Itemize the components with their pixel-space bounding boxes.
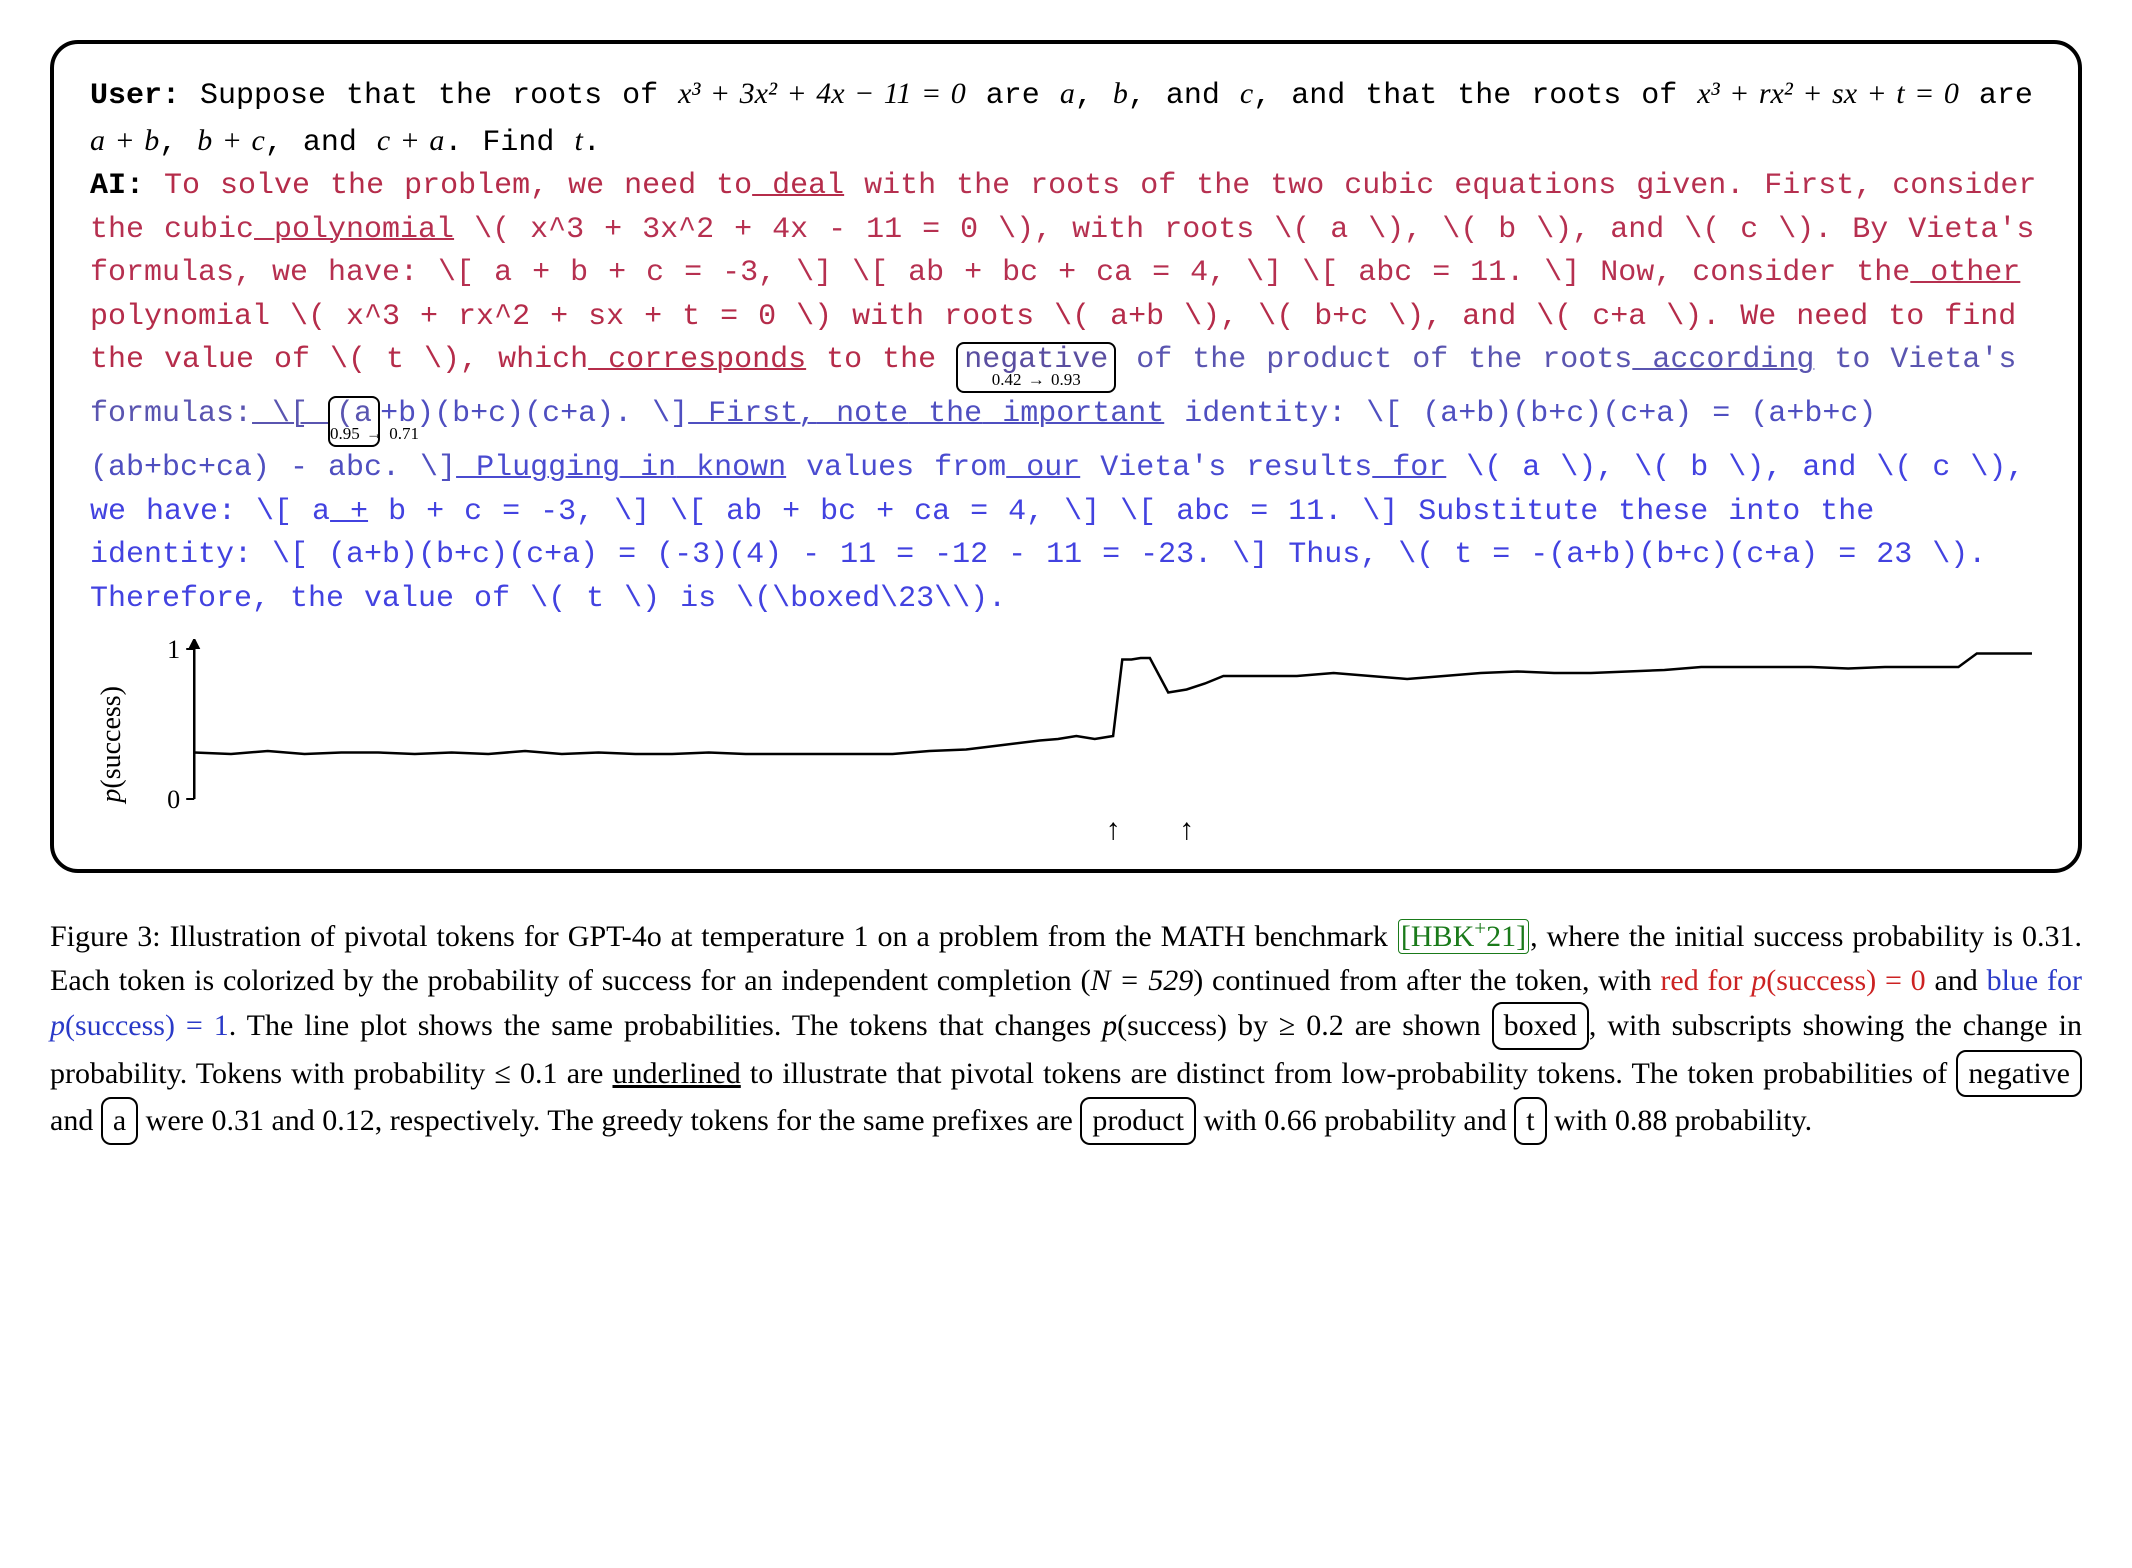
token: for — [1372, 451, 1446, 485]
cap-txt: were 0.31 and 0.12, respectively. The gr… — [138, 1104, 1080, 1137]
cap-txt: . The line plot shows the same probabili… — [229, 1009, 1102, 1042]
cite-sup: + — [1474, 916, 1486, 940]
t-box: t — [1514, 1097, 1546, 1145]
plot-arrows: ↑↑ — [134, 815, 2042, 849]
txt: , and — [265, 126, 377, 160]
plot-ylabel: p(success) — [90, 686, 134, 803]
comma: , — [159, 126, 197, 160]
var-bc: b + c — [197, 124, 265, 157]
cap-txt: ) continued from after the token, with — [1193, 964, 1660, 997]
period: . — [583, 126, 601, 160]
ai-response: To solve the problem, we need to deal wi… — [90, 169, 2036, 616]
token: Vieta's results — [1080, 451, 1372, 485]
token: polynomial — [254, 213, 454, 247]
comma: , — [1075, 79, 1113, 113]
svg-text:0: 0 — [167, 785, 180, 814]
cap-and: and — [1926, 964, 1987, 997]
cap-pre: Figure 3: Illustration of pivotal tokens… — [50, 920, 1397, 953]
txt: are — [966, 79, 1060, 113]
problem-text: Suppose that the roots of — [180, 79, 678, 113]
token: note — [816, 397, 908, 431]
token: Plugging — [456, 451, 620, 485]
citation: [HBK+21] — [1398, 919, 1529, 954]
token: corresponds — [588, 343, 806, 377]
cite-key: [HBK — [1401, 920, 1474, 953]
token: +b)(b+c)(c+a). \] — [380, 397, 688, 431]
cap-txt: to illustrate that pivotal tokens are di… — [741, 1057, 1957, 1090]
svg-text:1: 1 — [167, 639, 180, 664]
cite-tail: 21] — [1486, 920, 1526, 953]
var-a: a — [1060, 77, 1075, 110]
cap-red-phrase: red for p(success) = 0 — [1660, 964, 1925, 997]
txt: are — [1959, 79, 2033, 113]
token: our — [1006, 451, 1080, 485]
probability-plot: p(success) 01 ↑↑ — [90, 639, 2042, 849]
token: important — [982, 397, 1164, 431]
token: + — [330, 495, 368, 529]
var-c: c — [1240, 77, 1253, 110]
cap-and: and — [50, 1104, 101, 1137]
txt: . Find — [444, 126, 574, 160]
token: To solve the problem, we need to — [164, 169, 752, 203]
user-label: User: — [90, 79, 180, 113]
txt: , and that the roots of — [1253, 79, 1697, 113]
cap-psuccess: p(success) — [1102, 1009, 1227, 1042]
var-ab: a + b — [90, 124, 159, 157]
cap-N: N = 529 — [1090, 964, 1193, 997]
figure-caption: Figure 3: Illustration of pivotal tokens… — [50, 913, 2082, 1145]
plot-area: 01 ↑↑ — [134, 639, 2042, 849]
poly2: x³ + rx² + sx + t = 0 — [1697, 77, 1959, 110]
ai-label: AI: — [90, 169, 144, 203]
token: deal — [752, 169, 844, 203]
poly1: x³ + 3x² + 4x − 11 = 0 — [678, 77, 966, 110]
token: b + c = -3, \] \[ ab + bc + ca = 4, \] \… — [90, 495, 1986, 616]
token: other — [1910, 256, 2020, 290]
txt: , and — [1128, 79, 1240, 113]
token: in — [620, 451, 676, 485]
var-b: b — [1113, 77, 1128, 110]
token: \[ — [252, 397, 328, 431]
token: according — [1632, 343, 1814, 377]
cap-txt: with 0.66 probability and — [1196, 1104, 1514, 1137]
cap-txt: with 0.88 probability. — [1547, 1104, 1813, 1137]
var-ca: c + a — [377, 124, 445, 157]
token: known — [676, 451, 786, 485]
plot-svg: 01 — [134, 639, 2042, 819]
token: First, — [688, 397, 816, 431]
arrow-marker: ↑ — [1106, 815, 1121, 845]
var-t: t — [574, 124, 582, 157]
token: to the — [806, 343, 936, 377]
underlined-word: underlined — [612, 1057, 740, 1090]
conversation-block: User: Suppose that the roots of x³ + 3x²… — [90, 72, 2042, 621]
arrow-marker: ↑ — [1179, 815, 1194, 845]
token: of the product of the roots — [1116, 343, 1632, 377]
figure-panel: User: Suppose that the roots of x³ + 3x²… — [50, 40, 2082, 873]
a-box: a — [101, 1097, 138, 1145]
neg-box: negative — [1956, 1050, 2082, 1098]
product-box: product — [1080, 1097, 1196, 1145]
token: values from — [786, 451, 1006, 485]
pivotal-token-a: (a0.95 → 0.71 — [328, 396, 380, 447]
pivotal-token-negative: negative0.42 → 0.93 — [956, 342, 1116, 393]
token: the — [908, 397, 982, 431]
cap-txt: by ≥ 0.2 are shown — [1227, 1009, 1492, 1042]
boxed-word: boxed — [1492, 1002, 1589, 1050]
